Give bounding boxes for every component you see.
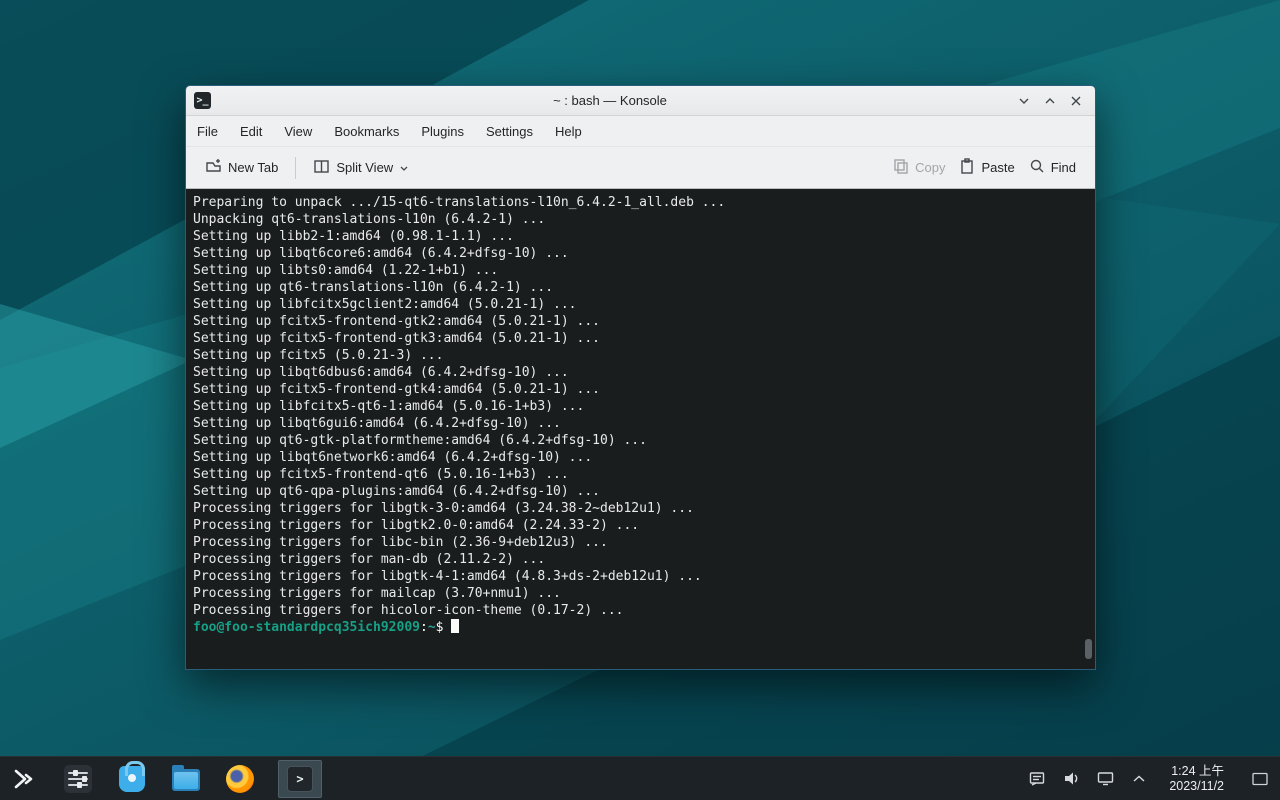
clock-time: 1:24 上午 xyxy=(1169,764,1224,779)
terminal-line: Setting up libts0:amd64 (1.22-1+b1) ... xyxy=(193,262,1093,279)
terminal-line: Setting up libfcitx5gclient2:amd64 (5.0.… xyxy=(193,296,1093,313)
minimize-button[interactable] xyxy=(1013,90,1035,112)
terminal-cursor xyxy=(451,619,459,633)
terminal-line: Setting up qt6-qpa-plugins:amd64 (6.4.2+… xyxy=(193,483,1093,500)
new-tab-button[interactable]: New Tab xyxy=(198,153,285,183)
konsole-window-icon: >_ xyxy=(194,92,211,109)
split-view-label: Split View xyxy=(336,160,393,175)
prompt-path: ~ xyxy=(428,620,436,635)
terminal-scrollbar[interactable] xyxy=(1085,639,1092,659)
terminal-line: Setting up libqt6core6:amd64 (6.4.2+dfsg… xyxy=(193,245,1093,262)
terminal-prompt-line: foo@foo-standardpcq35ich92009:~$ xyxy=(193,619,1093,636)
konsole-window: >_ ~ : bash — Konsole File Edit View Boo… xyxy=(185,85,1096,670)
terminal-line: Preparing to unpack .../15-qt6-translati… xyxy=(193,194,1093,211)
terminal-line: Setting up qt6-gtk-platformtheme:amd64 (… xyxy=(193,432,1093,449)
prompt-colon: : xyxy=(420,620,428,635)
terminal[interactable]: Preparing to unpack .../15-qt6-translati… xyxy=(186,189,1095,669)
copy-button[interactable]: Copy xyxy=(886,153,952,182)
chevron-down-icon xyxy=(399,160,409,175)
new-tab-label: New Tab xyxy=(228,160,278,175)
paste-icon xyxy=(959,158,975,177)
terminal-line: Processing triggers for man-db (2.11.2-2… xyxy=(193,551,1093,568)
menu-item-settings[interactable]: Settings xyxy=(475,116,544,147)
display-network-icon[interactable] xyxy=(1095,769,1115,789)
terminal-line: Processing triggers for libc-bin (2.36-9… xyxy=(193,534,1093,551)
menu-item-view[interactable]: View xyxy=(273,116,323,147)
terminal-line: Processing triggers for mailcap (3.70+nm… xyxy=(193,585,1093,602)
terminal-line: Setting up libfcitx5-qt6-1:amd64 (5.0.16… xyxy=(193,398,1093,415)
search-icon xyxy=(1029,158,1045,177)
terminal-line: Setting up fcitx5-frontend-gtk4:amd64 (5… xyxy=(193,381,1093,398)
copy-label: Copy xyxy=(915,160,945,175)
find-button[interactable]: Find xyxy=(1022,153,1083,182)
notifications-icon[interactable] xyxy=(1027,769,1047,789)
toolbar: New Tab Split View Copy xyxy=(186,147,1095,189)
menu-item-file[interactable]: File xyxy=(186,116,229,147)
prompt-dollar: $ xyxy=(436,620,444,635)
konsole-icon: > xyxy=(287,766,313,792)
taskbar: > 1:24 上午 2023/11/2 xyxy=(0,756,1280,800)
split-view-button[interactable]: Split View xyxy=(306,153,416,183)
prompt-user-host: foo@foo-standardpcq35ich92009 xyxy=(193,620,420,635)
terminal-line: Setting up fcitx5 (5.0.21-3) ... xyxy=(193,347,1093,364)
window-title: ~ : bash — Konsole xyxy=(211,93,1009,108)
find-label: Find xyxy=(1051,160,1076,175)
menu-item-help[interactable]: Help xyxy=(544,116,593,147)
terminal-line: Setting up libqt6network6:amd64 (6.4.2+d… xyxy=(193,449,1093,466)
konsole-task-button[interactable]: > xyxy=(278,760,322,798)
terminal-output: Preparing to unpack .../15-qt6-translati… xyxy=(193,194,1093,619)
expand-tray-icon[interactable] xyxy=(1129,769,1149,789)
titlebar[interactable]: >_ ~ : bash — Konsole xyxy=(186,86,1095,116)
terminal-line: Setting up libqt6gui6:amd64 (6.4.2+dfsg-… xyxy=(193,415,1093,432)
copy-icon xyxy=(893,158,909,177)
terminal-line: Unpacking qt6-translations-l10n (6.4.2-1… xyxy=(193,211,1093,228)
terminal-line: Setting up fcitx5-frontend-gtk2:amd64 (5… xyxy=(193,313,1093,330)
taskbar-clock[interactable]: 1:24 上午 2023/11/2 xyxy=(1169,764,1224,794)
maximize-button[interactable] xyxy=(1039,90,1061,112)
taskbar-right: 1:24 上午 2023/11/2 xyxy=(1027,764,1272,794)
clock-date: 2023/11/2 xyxy=(1169,779,1224,794)
menu-item-edit[interactable]: Edit xyxy=(229,116,273,147)
volume-icon[interactable] xyxy=(1061,769,1081,789)
split-view-icon xyxy=(313,158,330,178)
paste-button[interactable]: Paste xyxy=(952,153,1021,182)
discover-icon[interactable] xyxy=(116,762,148,796)
menubar: File Edit View Bookmarks Plugins Setting… xyxy=(186,116,1095,147)
terminal-line: Processing triggers for hicolor-icon-the… xyxy=(193,602,1093,619)
terminal-line: Processing triggers for libgtk2.0-0:amd6… xyxy=(193,517,1093,534)
menu-item-bookmarks[interactable]: Bookmarks xyxy=(323,116,410,147)
terminal-line: Setting up fcitx5-frontend-gtk3:amd64 (5… xyxy=(193,330,1093,347)
terminal-line: Setting up libqt6dbus6:amd64 (6.4.2+dfsg… xyxy=(193,364,1093,381)
new-tab-icon xyxy=(205,158,222,178)
terminal-line: Setting up fcitx5-frontend-qt6 (5.0.16-1… xyxy=(193,466,1093,483)
desktop: >_ ~ : bash — Konsole File Edit View Boo… xyxy=(0,0,1280,800)
close-button[interactable] xyxy=(1065,90,1087,112)
menu-item-plugins[interactable]: Plugins xyxy=(410,116,475,147)
app-launcher-icon[interactable] xyxy=(8,762,40,796)
show-desktop-icon[interactable] xyxy=(1248,767,1272,791)
terminal-line: Processing triggers for libgtk-3-0:amd64… xyxy=(193,500,1093,517)
firefox-icon[interactable] xyxy=(224,762,256,796)
settings-sliders-icon[interactable] xyxy=(62,762,94,796)
paste-label: Paste xyxy=(981,160,1014,175)
terminal-line: Processing triggers for libgtk-4-1:amd64… xyxy=(193,568,1093,585)
taskbar-left: > xyxy=(8,760,322,798)
dolphin-folder-icon[interactable] xyxy=(170,762,202,796)
terminal-line: Setting up libb2-1:amd64 (0.98.1-1.1) ..… xyxy=(193,228,1093,245)
terminal-line: Setting up qt6-translations-l10n (6.4.2-… xyxy=(193,279,1093,296)
toolbar-separator xyxy=(295,157,296,179)
